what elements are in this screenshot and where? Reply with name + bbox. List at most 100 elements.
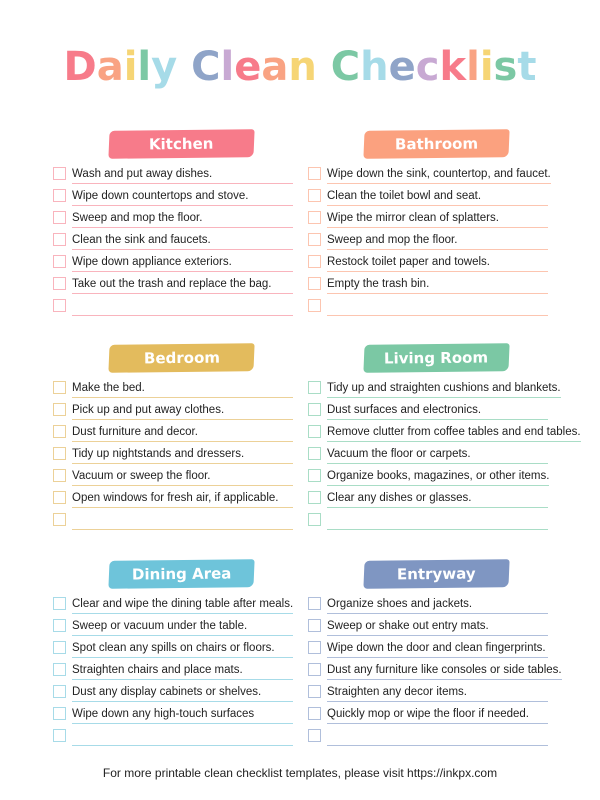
checklist-item: Sweep or shake out entry mats. (308, 614, 548, 636)
checkbox[interactable] (308, 706, 321, 720)
checklist-item: Open windows for fresh air, if applicabl… (53, 486, 293, 508)
checkbox[interactable] (53, 424, 66, 438)
item-line: Empty the trash bin. (327, 272, 548, 294)
section-banner: Entryway (363, 559, 510, 589)
checklist-item: Make the bed. (53, 376, 293, 398)
checkbox[interactable] (308, 728, 321, 742)
checkbox[interactable] (53, 662, 66, 676)
title-letter: t (517, 44, 537, 90)
checkbox[interactable] (53, 618, 66, 632)
item-text: Pick up and put away clothes. (72, 403, 225, 416)
item-line: Wipe down countertops and stove. (72, 184, 293, 206)
item-text: Tidy up and straighten cushions and blan… (327, 381, 561, 394)
item-text: Empty the trash bin. (327, 277, 430, 290)
checklist-item: Wipe down countertops and stove. (53, 184, 293, 206)
checkbox[interactable] (308, 640, 321, 654)
checkbox[interactable] (308, 276, 321, 290)
item-line: Remove clutter from coffee tables and en… (327, 420, 581, 442)
checkbox[interactable] (308, 402, 321, 416)
checkbox[interactable] (53, 232, 66, 246)
checkbox[interactable] (53, 254, 66, 268)
checkbox[interactable] (308, 298, 321, 312)
item-line: Wipe down the sink, countertop, and fauc… (327, 162, 551, 184)
checkbox[interactable] (308, 490, 321, 504)
checkbox[interactable] (308, 188, 321, 202)
title-letter: e (388, 44, 416, 90)
item-text: Wipe down countertops and stove. (72, 189, 249, 202)
item-line (72, 724, 293, 746)
checklist-item (308, 294, 548, 316)
item-text: Vacuum the floor or carpets. (327, 447, 471, 460)
checkbox[interactable] (53, 596, 66, 610)
checkbox[interactable] (53, 446, 66, 460)
item-line: Open windows for fresh air, if applicabl… (72, 486, 293, 508)
checkbox[interactable] (53, 706, 66, 720)
checklist-item: Tidy up and straighten cushions and blan… (308, 376, 561, 398)
section-header: Living Room (308, 343, 548, 373)
title-letter: a (96, 44, 124, 90)
checkbox[interactable] (308, 662, 321, 676)
item-line: Dust furniture and decor. (72, 420, 293, 442)
checklist-item: Sweep and mop the floor. (308, 228, 548, 250)
item-text: Straighten chairs and place mats. (72, 663, 243, 676)
checkbox[interactable] (53, 684, 66, 698)
section-header: Dining Area (53, 559, 293, 589)
checkbox[interactable] (308, 380, 321, 394)
checkbox[interactable] (53, 380, 66, 394)
checkbox[interactable] (308, 424, 321, 438)
checkbox[interactable] (53, 402, 66, 416)
checkbox[interactable] (53, 512, 66, 526)
item-line: Straighten any decor items. (327, 680, 548, 702)
checklist-item: Clear any dishes or glasses. (308, 486, 548, 508)
checkbox[interactable] (308, 166, 321, 180)
checkbox[interactable] (53, 468, 66, 482)
item-text: Sweep or vacuum under the table. (72, 619, 248, 632)
checkbox[interactable] (53, 188, 66, 202)
checkbox[interactable] (308, 232, 321, 246)
item-line: Dust surfaces and electronics. (327, 398, 548, 420)
checkbox[interactable] (308, 210, 321, 224)
item-line: Sweep or shake out entry mats. (327, 614, 548, 636)
item-line: Dust any display cabinets or shelves. (72, 680, 293, 702)
checkbox[interactable] (53, 276, 66, 290)
item-line: Sweep and mop the floor. (327, 228, 548, 250)
item-line: Clean the toilet bowl and seat. (327, 184, 548, 206)
title-letter: l (466, 44, 480, 90)
item-text: Wipe down the door and clean fingerprint… (327, 641, 546, 654)
checkbox[interactable] (53, 728, 66, 742)
item-line (327, 294, 548, 316)
checklist-item: Quickly mop or wipe the floor if needed. (308, 702, 548, 724)
checkbox[interactable] (53, 210, 66, 224)
checkbox[interactable] (308, 596, 321, 610)
checkbox[interactable] (53, 490, 66, 504)
item-text: Wipe down the sink, countertop, and fauc… (327, 167, 551, 180)
checkbox[interactable] (53, 166, 66, 180)
checkbox[interactable] (53, 640, 66, 654)
item-text: Dust any display cabinets or shelves. (72, 685, 262, 698)
checkbox[interactable] (308, 512, 321, 526)
item-line: Spot clean any spills on chairs or floor… (72, 636, 293, 658)
title-letter: D (63, 44, 97, 90)
item-line: Vacuum the floor or carpets. (327, 442, 548, 464)
checkbox[interactable] (308, 254, 321, 268)
checkbox[interactable] (308, 618, 321, 632)
checkbox[interactable] (308, 684, 321, 698)
section-banner: Bathroom (363, 129, 510, 159)
checklist-item: Clear and wipe the dining table after me… (53, 592, 294, 614)
checklist-item: Sweep or vacuum under the table. (53, 614, 293, 636)
checkbox[interactable] (308, 446, 321, 460)
checklist-item (53, 508, 293, 530)
checkbox[interactable] (308, 468, 321, 482)
item-line: Restock toilet paper and towels. (327, 250, 548, 272)
checklist-item: Wipe the mirror clean of splatters. (308, 206, 548, 228)
item-line (327, 508, 548, 530)
item-line: Wipe down appliance exteriors. (72, 250, 293, 272)
item-line: Wipe the mirror clean of splatters. (327, 206, 548, 228)
title-letter: C (330, 44, 361, 90)
section-title: Dining Area (131, 564, 232, 584)
checklist-item: Dust any furniture like consoles or side… (308, 658, 562, 680)
item-line: Clear and wipe the dining table after me… (72, 592, 294, 614)
checklist-item: Clean the toilet bowl and seat. (308, 184, 548, 206)
checkbox[interactable] (53, 298, 66, 312)
section-title: Bedroom (143, 348, 220, 368)
